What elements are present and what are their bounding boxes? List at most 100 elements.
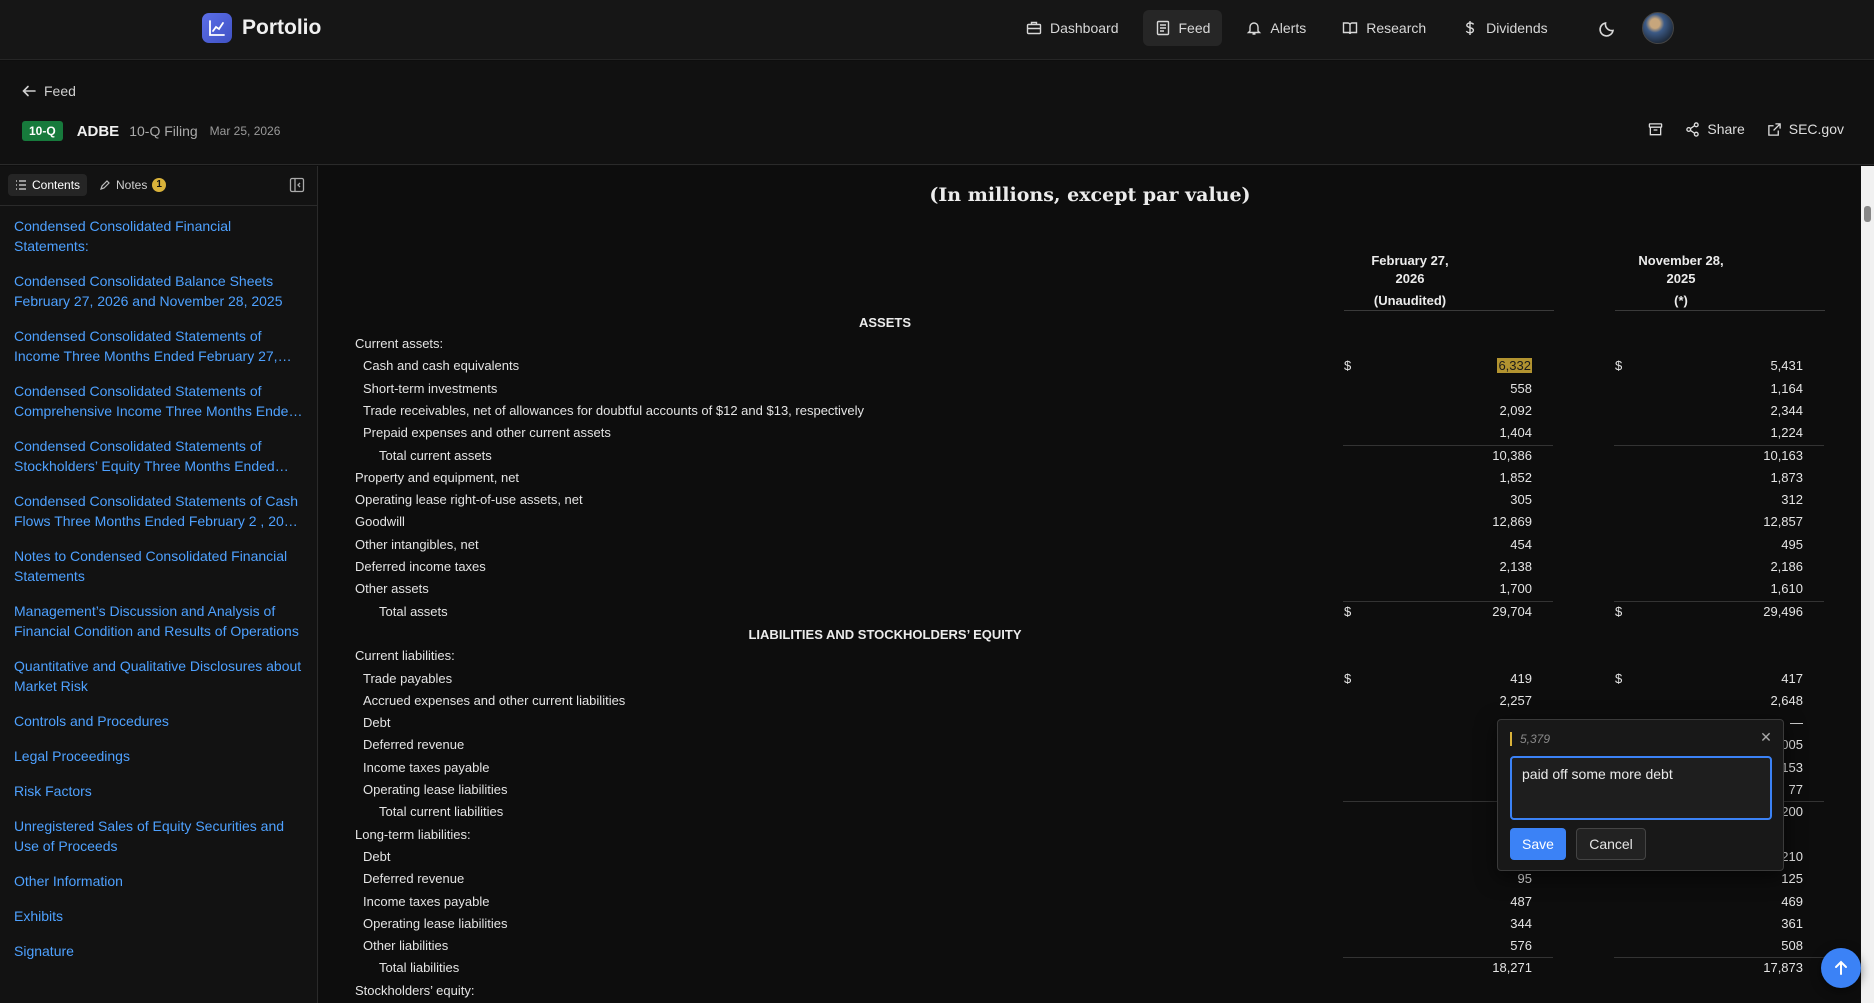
value-feb-2026[interactable]: 558 bbox=[1510, 381, 1532, 396]
value-nov-2025[interactable]: 12,857 bbox=[1763, 514, 1803, 529]
value-feb-2026[interactable]: 419 bbox=[1510, 671, 1532, 686]
toc-link[interactable]: Condensed Consolidated Financial Stateme… bbox=[14, 216, 303, 256]
value-feb-2026[interactable]: 2,092 bbox=[1499, 403, 1532, 418]
toc-link[interactable]: Legal Proceedings bbox=[14, 746, 303, 766]
chart-logo-icon bbox=[202, 13, 232, 43]
scrollbar-thumb[interactable] bbox=[1864, 206, 1871, 222]
value-nov-2025[interactable]: 2,186 bbox=[1770, 559, 1803, 574]
value-nov-2025[interactable]: 361 bbox=[1781, 916, 1803, 931]
value-nov-2025[interactable]: 1,610 bbox=[1770, 581, 1803, 596]
toc-link[interactable]: Notes to Condensed Consolidated Financia… bbox=[14, 546, 303, 586]
toc-link[interactable]: Condensed Consolidated Statements of Sto… bbox=[14, 436, 303, 476]
toc-link[interactable]: Condensed Consolidated Balance Sheets Fe… bbox=[14, 271, 303, 311]
column-header-feb-2026: February 27, 2026 (Unaudited) bbox=[1345, 252, 1475, 310]
value-nov-2025[interactable]: 29,496 bbox=[1763, 604, 1803, 619]
value-nov-2025[interactable]: 10,163 bbox=[1763, 448, 1803, 463]
table-row: Stockholders’ equity: bbox=[355, 980, 1855, 1002]
brand[interactable]: Portolio bbox=[202, 12, 321, 44]
collapse-sidebar-icon[interactable] bbox=[289, 177, 305, 193]
note-textarea[interactable] bbox=[1510, 756, 1772, 820]
tab-notes[interactable]: Notes 1 bbox=[92, 174, 173, 196]
value-feb-2026[interactable]: 2,257 bbox=[1499, 693, 1532, 708]
save-button[interactable]: Save bbox=[1510, 828, 1566, 860]
toc-link[interactable]: Quantitative and Qualitative Disclosures… bbox=[14, 656, 303, 696]
cancel-button[interactable]: Cancel bbox=[1576, 828, 1646, 860]
value-feb-2026[interactable]: 1,852 bbox=[1499, 470, 1532, 485]
value-nov-2025[interactable]: — bbox=[1790, 715, 1803, 730]
value-nov-2025[interactable]: 153 bbox=[1781, 760, 1803, 775]
value-nov-2025[interactable]: 5,431 bbox=[1770, 358, 1803, 373]
value-feb-2026[interactable]: 6,332 bbox=[1497, 358, 1532, 374]
value-feb-2026[interactable]: 487 bbox=[1510, 894, 1532, 909]
value-nov-2025[interactable]: 312 bbox=[1781, 492, 1803, 507]
row-label: Deferred revenue bbox=[363, 871, 465, 887]
total-rule bbox=[1343, 600, 1553, 602]
highlighted-value[interactable]: 6,332 bbox=[1497, 358, 1532, 374]
sec-link[interactable]: SEC.gov bbox=[1767, 121, 1844, 137]
value-feb-2026[interactable]: 10,386 bbox=[1492, 448, 1532, 463]
toc-link[interactable]: Other Information bbox=[14, 871, 303, 891]
table-of-contents: Condensed Consolidated Financial Stateme… bbox=[0, 206, 317, 986]
value-nov-2025[interactable]: 200 bbox=[1781, 804, 1803, 819]
table-row: Cash and cash equivalents $ $6,332 5,431 bbox=[355, 355, 1855, 377]
toc-link[interactable]: Risk Factors bbox=[14, 781, 303, 801]
value-nov-2025[interactable]: 125 bbox=[1781, 871, 1803, 886]
row-label: Other liabilities bbox=[363, 938, 449, 954]
nav-research[interactable]: Research bbox=[1330, 10, 1438, 46]
value-feb-2026[interactable]: 454 bbox=[1510, 537, 1532, 552]
toc-link[interactable]: Condensed Consolidated Statements of Inc… bbox=[14, 326, 303, 366]
value-feb-2026[interactable]: 576 bbox=[1510, 938, 1532, 953]
archive-button[interactable] bbox=[1648, 122, 1663, 137]
value-nov-2025[interactable]: 17,873 bbox=[1763, 960, 1803, 975]
filing-header: Feed 10-Q ADBE 10-Q Filing Mar 25, 2026 … bbox=[0, 61, 1874, 165]
value-feb-2026[interactable]: 18,271 bbox=[1492, 960, 1532, 975]
nav-alerts[interactable]: Alerts bbox=[1234, 10, 1318, 46]
value-nov-2025[interactable]: 2,648 bbox=[1770, 693, 1803, 708]
toc-link[interactable]: Controls and Procedures bbox=[14, 711, 303, 731]
share-button[interactable]: Share bbox=[1685, 121, 1745, 137]
value-feb-2026[interactable]: 29,704 bbox=[1492, 604, 1532, 619]
table-row: Other liabilities 576 508 bbox=[355, 935, 1855, 957]
toc-link[interactable]: Unregistered Sales of Equity Securities … bbox=[14, 816, 303, 856]
scroll-to-top-button[interactable] bbox=[1821, 948, 1861, 988]
value-nov-2025[interactable]: 495 bbox=[1781, 537, 1803, 552]
value-nov-2025[interactable]: 1,873 bbox=[1770, 470, 1803, 485]
value-feb-2026[interactable]: 12,869 bbox=[1492, 514, 1532, 529]
nav-label: Research bbox=[1366, 20, 1427, 36]
value-nov-2025[interactable]: 508 bbox=[1781, 938, 1803, 953]
value-feb-2026[interactable]: 344 bbox=[1510, 916, 1532, 931]
value-nov-2025[interactable]: 417 bbox=[1781, 671, 1803, 686]
value-feb-2026[interactable]: 1,404 bbox=[1499, 425, 1532, 440]
value-feb-2026[interactable]: 2,138 bbox=[1499, 559, 1532, 574]
table-row: Short-term investments 558 1,164 bbox=[355, 378, 1855, 400]
value-nov-2025[interactable]: 469 bbox=[1781, 894, 1803, 909]
tab-contents[interactable]: Contents bbox=[8, 174, 88, 196]
close-icon[interactable]: ✕ bbox=[1759, 730, 1773, 744]
toc-link[interactable]: Signature bbox=[14, 941, 303, 961]
value-nov-2025[interactable]: 1,164 bbox=[1770, 381, 1803, 396]
scrollbar[interactable] bbox=[1861, 166, 1874, 1003]
row-label: Total current assets bbox=[379, 447, 492, 463]
value-feb-2026[interactable]: 1,700 bbox=[1499, 581, 1532, 596]
toc-link[interactable]: Condensed Consolidated Statements of Com… bbox=[14, 381, 303, 421]
value-nov-2025[interactable]: 1,224 bbox=[1770, 425, 1803, 440]
row-label: Stockholders’ equity: bbox=[355, 982, 475, 998]
nav-dividends[interactable]: Dividends bbox=[1450, 10, 1559, 46]
avatar[interactable] bbox=[1642, 12, 1674, 44]
back-link[interactable]: Feed bbox=[22, 83, 76, 99]
nav-dashboard[interactable]: Dashboard bbox=[1014, 10, 1131, 46]
value-nov-2025[interactable]: 77 bbox=[1789, 782, 1803, 797]
value-nov-2025[interactable]: 2,344 bbox=[1770, 403, 1803, 418]
value-feb-2026[interactable]: 95 bbox=[1518, 871, 1532, 886]
toc-link[interactable]: Condensed Consolidated Statements of Cas… bbox=[14, 491, 303, 531]
tab-notes-label: Notes bbox=[116, 178, 148, 192]
moon-icon[interactable] bbox=[1598, 18, 1618, 38]
nav-feed[interactable]: Feed bbox=[1142, 10, 1223, 46]
dollar-icon bbox=[1462, 20, 1478, 36]
toc-link[interactable]: Management’s Discussion and Analysis of … bbox=[14, 601, 303, 641]
value-feb-2026[interactable]: 305 bbox=[1510, 492, 1532, 507]
value-nov-2025[interactable]: 005 bbox=[1781, 737, 1803, 752]
pen-icon bbox=[100, 180, 110, 190]
toc-link[interactable]: Exhibits bbox=[14, 906, 303, 926]
table-row: Operating lease liabilities 344 361 bbox=[355, 913, 1855, 935]
